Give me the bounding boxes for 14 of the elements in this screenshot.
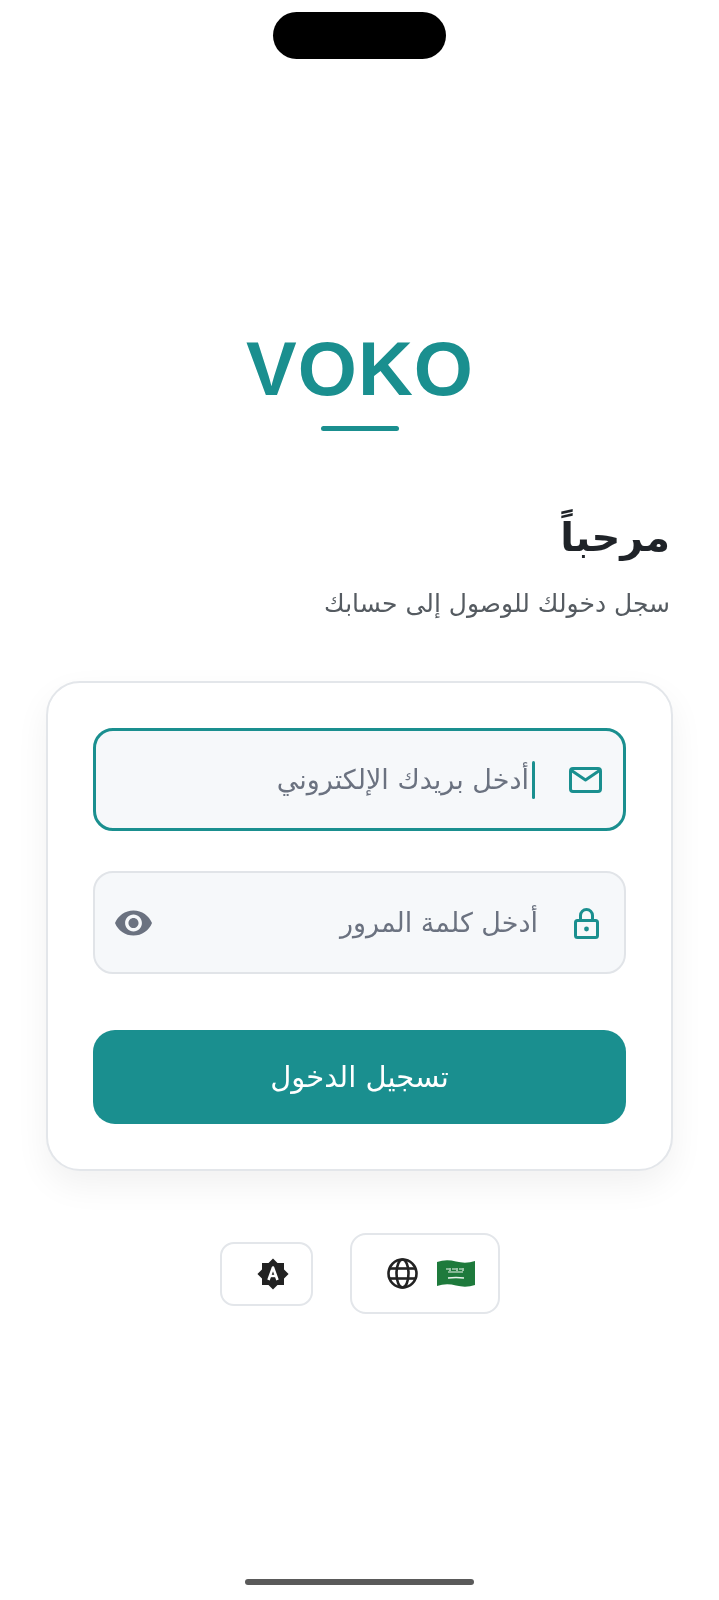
login-button[interactable]: تسجيل الدخول [93,1030,626,1124]
theme-button[interactable] [219,1241,313,1306]
email-field[interactable]: أدخل بريدك الإلكتروني [93,728,626,831]
language-button[interactable] [349,1233,500,1314]
password-field[interactable]: أدخل كلمة المرور [93,871,626,974]
app-logo: VOKO [245,331,474,407]
globe-icon [386,1258,418,1289]
page-subtitle: سجل دخولك للوصول إلى حسابك [324,589,670,619]
text-cursor [532,760,535,799]
flag-icon [435,1258,476,1289]
eye-icon[interactable] [115,909,152,936]
mail-icon [569,766,602,793]
lock-icon [574,906,599,939]
page-title: مرحباً [560,511,670,563]
